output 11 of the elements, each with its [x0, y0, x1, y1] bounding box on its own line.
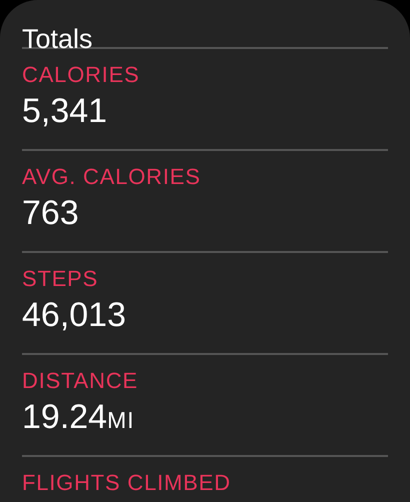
- metric-value: 763: [22, 193, 79, 233]
- metric-value: 5,341: [22, 91, 108, 131]
- metric-value: 46,013: [22, 295, 126, 335]
- metric-label: STEPS: [22, 265, 100, 293]
- metric-label: FLIGHTS CLIMBED: [22, 469, 232, 497]
- metric-label: CALORIES: [22, 61, 141, 89]
- section-title: Totals: [22, 23, 94, 47]
- metric-unit: MI: [107, 407, 135, 434]
- metric-label: DISTANCE: [22, 367, 140, 395]
- metric-value: 19.24: [22, 397, 108, 437]
- metric-label: AVG. CALORIES: [22, 163, 202, 191]
